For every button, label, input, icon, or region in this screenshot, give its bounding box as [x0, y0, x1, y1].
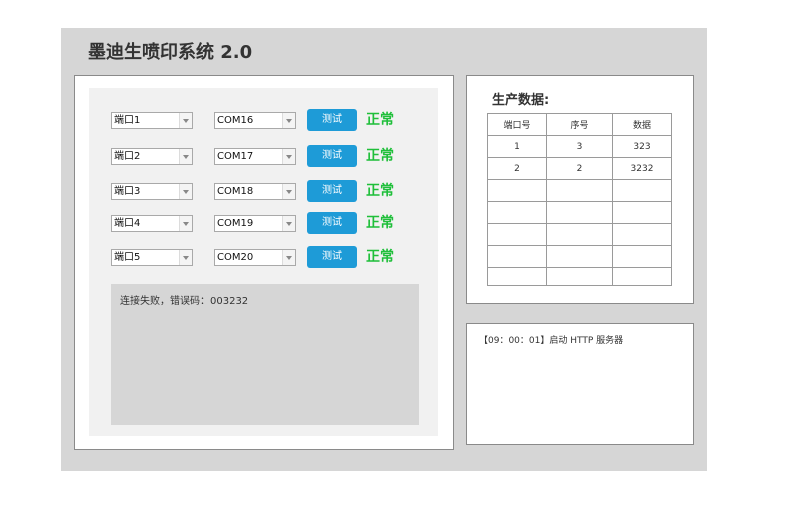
column-header: 序号: [546, 113, 613, 136]
table-cell: 3: [546, 135, 613, 158]
column-header: 数据: [612, 113, 672, 136]
table-cell: 3232: [612, 157, 672, 180]
table-cell: [487, 201, 547, 224]
com-select[interactable]: COM18: [214, 183, 296, 200]
app-window: 墨迪生喷印系统 2.0 端口1 COM16 测试 正常 端口2 COM17 测试…: [61, 28, 707, 471]
table-cell: [487, 245, 547, 268]
status-label: 正常: [366, 215, 394, 231]
table-cell: [612, 267, 672, 286]
table-cell: [487, 223, 547, 246]
table-cell: [487, 267, 547, 286]
production-data-panel: 生产数据: 端口号 序号 数据 1 3 323 2 2 3232: [466, 75, 694, 304]
status-label: 正常: [366, 148, 394, 164]
table-cell: [546, 267, 613, 286]
system-log-line: 【09：00：01】启动 HTTP 服务器: [479, 336, 624, 346]
port-panel-inner: 端口1 COM16 测试 正常 端口2 COM17 测试 正常 端口3 COM1…: [89, 88, 438, 436]
test-button[interactable]: 测试: [307, 180, 357, 202]
test-button[interactable]: 测试: [307, 212, 357, 234]
chevron-down-icon: [179, 216, 192, 231]
com-select[interactable]: COM16: [214, 112, 296, 129]
chevron-down-icon: [179, 250, 192, 265]
com-select[interactable]: COM19: [214, 215, 296, 232]
app-title: 墨迪生喷印系统 2.0: [88, 42, 253, 63]
table-row: 2 2 3232: [487, 157, 672, 180]
com-select[interactable]: COM17: [214, 148, 296, 165]
table-cell: [546, 223, 613, 246]
status-label: 正常: [366, 112, 394, 128]
com-select-value: COM20: [217, 252, 254, 263]
table-row: [487, 267, 672, 286]
port-row: 端口4 COM19 测试 正常: [89, 212, 438, 236]
chevron-down-icon: [282, 250, 295, 265]
chevron-down-icon: [179, 149, 192, 164]
port-select[interactable]: 端口4: [111, 215, 193, 232]
table-cell: 1: [487, 135, 547, 158]
test-button[interactable]: 测试: [307, 246, 357, 268]
port-row: 端口5 COM20 测试 正常: [89, 246, 438, 270]
port-select[interactable]: 端口5: [111, 249, 193, 266]
table-cell: [487, 179, 547, 202]
table-cell: [612, 201, 672, 224]
table-cell: [546, 201, 613, 224]
table-cell: [612, 179, 672, 202]
port-row: 端口1 COM16 测试 正常: [89, 109, 438, 133]
port-select-value: 端口2: [114, 151, 141, 162]
test-button[interactable]: 测试: [307, 145, 357, 167]
table-cell: [546, 245, 613, 268]
status-label: 正常: [366, 249, 394, 265]
chevron-down-icon: [179, 184, 192, 199]
table-row: [487, 179, 672, 202]
chevron-down-icon: [282, 149, 295, 164]
chevron-down-icon: [282, 113, 295, 128]
com-select-value: COM16: [217, 115, 254, 126]
port-select-value: 端口3: [114, 186, 141, 197]
production-data-table: 端口号 序号 数据 1 3 323 2 2 3232: [487, 113, 672, 286]
log-message: 连接失败，错误码：003232: [120, 296, 249, 307]
port-select[interactable]: 端口1: [111, 112, 193, 129]
column-header: 端口号: [487, 113, 547, 136]
com-select-value: COM17: [217, 151, 254, 162]
test-button[interactable]: 测试: [307, 109, 357, 131]
table-cell: [612, 245, 672, 268]
table-cell: 323: [612, 135, 672, 158]
log-area[interactable]: 连接失败，错误码：003232: [111, 284, 419, 425]
com-select[interactable]: COM20: [214, 249, 296, 266]
port-panel: 端口1 COM16 测试 正常 端口2 COM17 测试 正常 端口3 COM1…: [74, 75, 454, 450]
production-data-title: 生产数据:: [492, 93, 550, 108]
table-cell: 2: [487, 157, 547, 180]
table-cell: [612, 223, 672, 246]
table-row: 1 3 323: [487, 135, 672, 158]
status-label: 正常: [366, 183, 394, 199]
port-select[interactable]: 端口3: [111, 183, 193, 200]
table-row: [487, 245, 672, 268]
chevron-down-icon: [282, 184, 295, 199]
chevron-down-icon: [179, 113, 192, 128]
table-row: [487, 201, 672, 224]
port-select-value: 端口1: [114, 115, 141, 126]
chevron-down-icon: [282, 216, 295, 231]
com-select-value: COM19: [217, 218, 254, 229]
port-select-value: 端口5: [114, 252, 141, 263]
system-log-panel[interactable]: 【09：00：01】启动 HTTP 服务器: [466, 323, 694, 445]
port-select-value: 端口4: [114, 218, 141, 229]
table-row: [487, 223, 672, 246]
port-row: 端口3 COM18 测试 正常: [89, 180, 438, 204]
table-cell: [546, 179, 613, 202]
port-row: 端口2 COM17 测试 正常: [89, 145, 438, 169]
port-select[interactable]: 端口2: [111, 148, 193, 165]
table-header-row: 端口号 序号 数据: [487, 113, 672, 136]
table-cell: 2: [546, 157, 613, 180]
com-select-value: COM18: [217, 186, 254, 197]
